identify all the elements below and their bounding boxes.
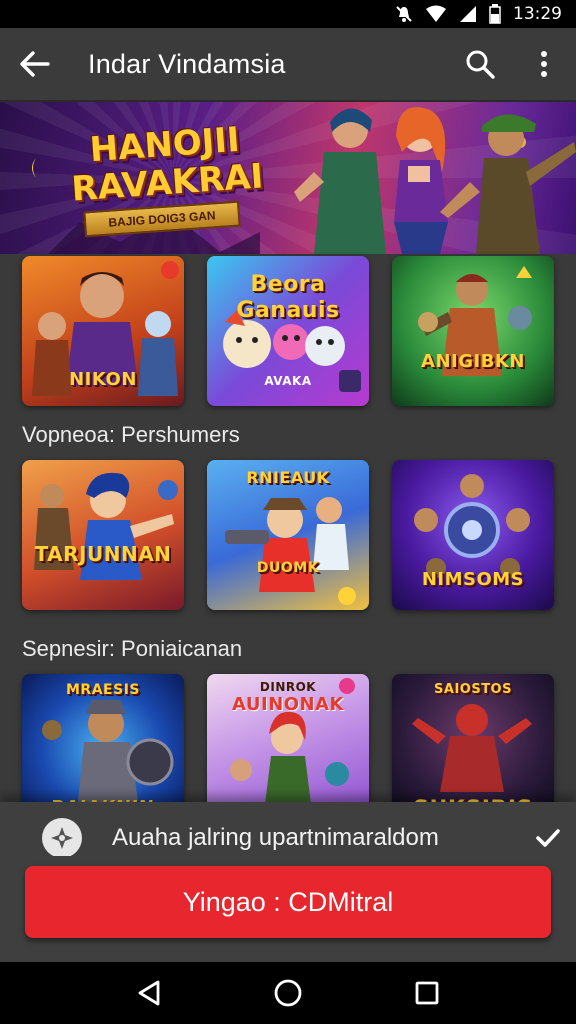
nav-back-button[interactable] bbox=[119, 962, 179, 1024]
back-button[interactable] bbox=[0, 27, 70, 101]
banner-characters-illustration bbox=[294, 107, 576, 254]
section-title: Sepnesir: Poniaicanan bbox=[22, 636, 243, 661]
game-tile-top-title: MRAESIS bbox=[66, 682, 140, 698]
nav-home-button[interactable] bbox=[258, 962, 318, 1024]
arrow-left-icon bbox=[20, 51, 50, 77]
game-tile-tarjunnan[interactable]: TARJUNNAN bbox=[22, 460, 184, 610]
banner-title: HANOJII RAVAKRAI bbox=[70, 119, 265, 210]
shuriken-icon bbox=[42, 818, 82, 858]
check-icon bbox=[536, 829, 560, 847]
game-tile-anigibkn[interactable]: ANIGIBKN bbox=[392, 256, 554, 406]
section-title: Vopneoa: Pershumers bbox=[22, 422, 240, 447]
back-triangle-icon bbox=[138, 980, 160, 1006]
game-tile-title: NIKON bbox=[69, 369, 137, 390]
search-button[interactable] bbox=[448, 27, 512, 101]
home-circle-icon bbox=[274, 979, 302, 1007]
game-tile-nikon[interactable]: NIKON bbox=[22, 256, 184, 406]
game-tile-title: AUINONAK bbox=[232, 694, 344, 715]
game-tile-title: NIMSOMS bbox=[421, 569, 525, 590]
status-bar: 13:29 bbox=[0, 0, 576, 28]
game-tile-top-title: SAIOSTOS bbox=[434, 682, 512, 697]
game-tile-rnieauk[interactable]: RNIEAUK DUOMK bbox=[207, 460, 369, 610]
signal-icon bbox=[459, 5, 477, 23]
game-tile-top-title: DINROK bbox=[259, 680, 317, 694]
mute-icon bbox=[395, 5, 413, 23]
game-tile-title: RNIEAUK bbox=[246, 468, 330, 487]
game-tile-title: TARJUNNAN bbox=[34, 542, 172, 566]
game-row-1: NIKON Beora Ganauis AVAKA ANIGIBKN bbox=[22, 256, 554, 406]
game-tile-art bbox=[34, 472, 178, 580]
nav-recents-button[interactable] bbox=[397, 962, 457, 1024]
game-tile-beora-ganauis[interactable]: Beora Ganauis AVAKA bbox=[207, 256, 369, 406]
more-vertical-icon bbox=[541, 51, 547, 77]
battery-icon bbox=[489, 4, 501, 24]
dismiss-button[interactable] bbox=[520, 828, 576, 848]
clock: 13:29 bbox=[513, 4, 562, 24]
search-icon bbox=[466, 50, 495, 79]
page-title: Indar Vindamsia bbox=[88, 48, 286, 79]
app-bar: Indar Vindamsia bbox=[0, 28, 576, 102]
more-options-button[interactable] bbox=[512, 27, 576, 101]
system-navigation-bar bbox=[0, 962, 576, 1024]
game-tile-art bbox=[418, 266, 532, 376]
featured-banner[interactable]: HANOJII RAVAKRAI BAJIG DOIG3 GAN bbox=[0, 102, 576, 254]
game-row-2: TARJUNNAN RNIEAUK DUOMK NIMSOMS bbox=[22, 460, 554, 610]
wifi-icon bbox=[425, 5, 447, 23]
primary-action-button[interactable]: Yingao : CDMitral bbox=[25, 866, 551, 938]
game-tile-subtitle: DUOMK bbox=[256, 560, 320, 576]
notification-text: Auaha jalring upartnimaraldom bbox=[112, 824, 439, 851]
game-tile-title: ANIGIBKN bbox=[421, 351, 525, 372]
game-tile-subtitle: AVAKA bbox=[264, 374, 312, 388]
recents-square-icon bbox=[415, 981, 439, 1005]
game-tile-nimsoms[interactable]: NIMSOMS bbox=[392, 460, 554, 610]
game-tile-title: Beora Ganauis bbox=[236, 272, 340, 323]
